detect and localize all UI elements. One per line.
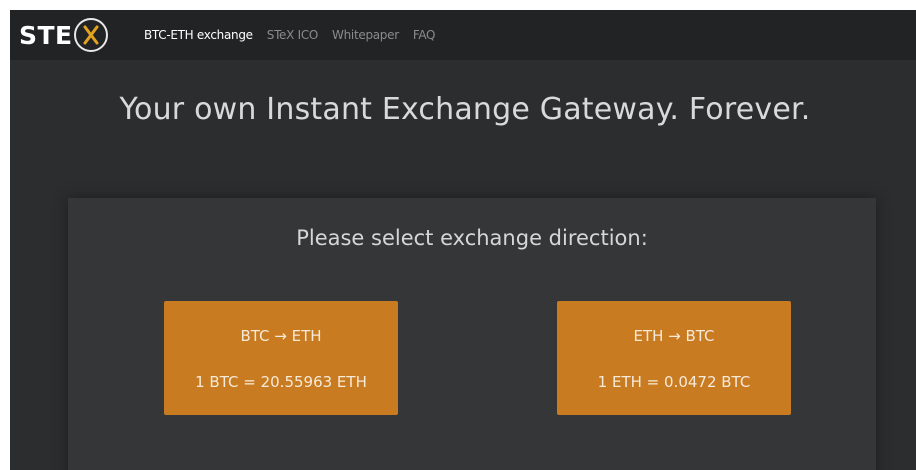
hero-title: Your own Instant Exchange Gateway. Forev… [119, 92, 811, 127]
eth-to-btc-button[interactable]: ETH → BTC 1 ETH = 0.0472 BTC [557, 301, 791, 415]
nav-link-stex-ico[interactable]: STeX ICO [267, 28, 319, 42]
app-window: STE BTC-ETH exchange STeX ICO Whitepaper… [10, 10, 916, 470]
exchange-panel: Please select exchange direction: BTC → … [68, 198, 876, 470]
logo-text: STE [19, 20, 73, 50]
exchange-rate: 1 BTC = 20.55963 ETH [195, 373, 367, 391]
nav-link-btc-eth-exchange[interactable]: BTC-ETH exchange [144, 28, 253, 42]
logo-x-icon [73, 18, 108, 52]
nav-link-faq[interactable]: FAQ [413, 28, 436, 42]
exchange-rate: 1 ETH = 0.0472 BTC [597, 373, 751, 391]
stex-logo[interactable]: STE [19, 16, 108, 54]
btc-to-eth-button[interactable]: BTC → ETH 1 BTC = 20.55963 ETH [164, 301, 398, 415]
exchange-direction-prompt: Please select exchange direction: [296, 226, 648, 250]
direction-label: ETH → BTC [633, 327, 715, 345]
nav-links: BTC-ETH exchange STeX ICO Whitepaper FAQ [144, 10, 449, 60]
nav-link-whitepaper[interactable]: Whitepaper [332, 28, 399, 42]
top-navbar: STE BTC-ETH exchange STeX ICO Whitepaper… [10, 10, 916, 60]
direction-label: BTC → ETH [240, 327, 322, 345]
